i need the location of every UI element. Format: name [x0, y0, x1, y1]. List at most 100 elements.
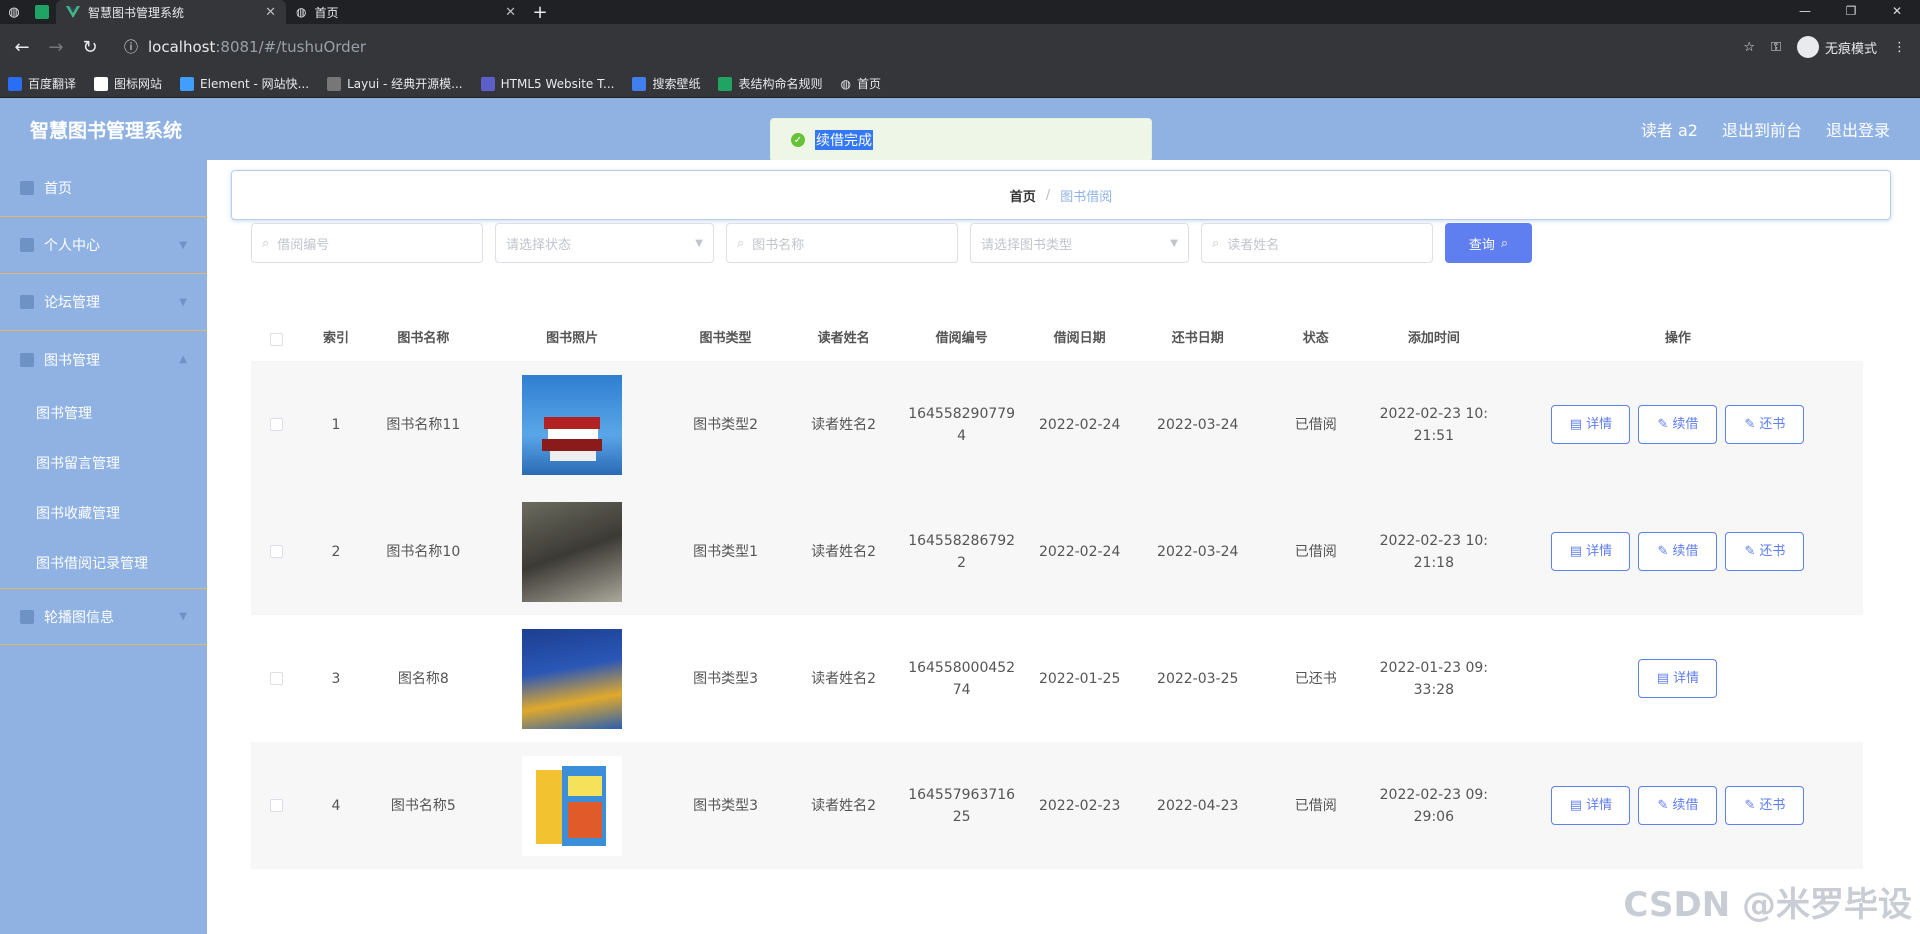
sidebar: 首页 个人中心 ▼ 论坛管理 ▼ 图书管理 ▲ 图书管理 图书留言管理 图书收藏管理 … — [0, 160, 207, 934]
globe-icon[interactable]: ◍ — [0, 0, 28, 24]
vue-icon — [66, 6, 80, 18]
renew-button[interactable]: ✎ 续借 — [1638, 405, 1718, 444]
row-borrow-date: 2022-02-23 — [1038, 797, 1121, 814]
renew-button[interactable]: ✎ 续借 — [1638, 532, 1718, 571]
sidebar-sub-borrow-record[interactable]: 图书借阅记录管理 — [0, 538, 207, 588]
new-tab-icon[interactable]: + — [526, 0, 554, 24]
row-index: 1 — [331, 416, 341, 433]
bookmark-item[interactable]: 搜索壁纸 — [632, 75, 700, 92]
reader-name-input[interactable]: ⌕ 读者姓名 — [1201, 223, 1433, 263]
col-reader: 读者姓名 — [817, 331, 870, 346]
book-cover-image[interactable] — [522, 501, 623, 602]
app-favicon-icon[interactable] — [28, 0, 56, 24]
bookmark-item[interactable]: Element - 网站快... — [180, 75, 309, 92]
forum-icon — [20, 295, 34, 309]
borrow-no-input[interactable]: ⌕ 借阅编号 — [251, 223, 483, 263]
row-checkbox[interactable] — [270, 672, 284, 685]
bookmark-item[interactable]: 百度翻译 — [8, 75, 76, 92]
sheet-icon — [718, 76, 733, 91]
window-controls: — ❐ ✕ — [1782, 0, 1920, 24]
row-book-type: 图书类型1 — [693, 543, 758, 560]
chevron-up-icon: ▲ — [179, 354, 187, 365]
close-icon[interactable]: ✕ — [265, 5, 276, 20]
bookmark-item[interactable]: Layui - 经典开源模... — [327, 75, 463, 92]
detail-button[interactable]: ▤ 详情 — [1638, 659, 1718, 698]
sidebar-item-home[interactable]: 首页 — [0, 160, 207, 217]
row-book-type: 图书类型2 — [693, 416, 758, 433]
url-path: :8081/#/tushuOrder — [215, 38, 367, 56]
restore-icon[interactable]: ❐ — [1828, 0, 1874, 24]
tab-app[interactable]: 智慧图书管理系统 ✕ — [56, 0, 286, 24]
row-checkbox[interactable] — [270, 545, 284, 558]
key-icon[interactable]: ⚿ — [1771, 40, 1781, 55]
return-button[interactable]: ✎ 还书 — [1725, 405, 1805, 444]
book-cover-image[interactable] — [522, 755, 623, 856]
books-stack-icon — [542, 416, 603, 461]
bookmark-item[interactable]: 图标网站 — [94, 75, 162, 92]
sidebar-sub-book-message[interactable]: 图书留言管理 — [0, 438, 207, 488]
detail-button[interactable]: ▤ 详情 — [1551, 532, 1631, 571]
search-button[interactable]: 查询 ⌕ — [1445, 223, 1532, 263]
book-type-select[interactable]: 请选择图书类型 ▼ — [970, 223, 1189, 263]
row-checkbox[interactable] — [270, 799, 284, 812]
tab-home[interactable]: ◍ 首页 ✕ — [286, 0, 526, 24]
table-row: 4 图书名称5 图书类型3 读者姓名2 164557963716 25 2022-… — [251, 742, 1863, 869]
user-name[interactable]: 读者 a2 — [1641, 117, 1698, 141]
bookmark-item[interactable]: HTML5 Website T... — [480, 76, 614, 91]
book-name-input[interactable]: ⌕ 图书名称 — [726, 223, 958, 263]
status-select[interactable]: 请选择状态 ▼ — [495, 223, 714, 263]
row-checkbox[interactable] — [270, 418, 284, 431]
sidebar-item-forum[interactable]: 论坛管理 ▼ — [0, 274, 207, 331]
logout-link[interactable]: 退出登录 — [1826, 117, 1890, 141]
bookmark-item[interactable]: ◍ 首页 — [840, 75, 881, 92]
edit-icon: ✎ — [1657, 543, 1669, 559]
minimize-icon[interactable]: — — [1782, 0, 1828, 24]
sidebar-sub-book-manage[interactable]: 图书管理 — [0, 388, 207, 438]
star-icon[interactable]: ☆ — [1743, 40, 1755, 55]
close-icon[interactable]: ✕ — [505, 5, 516, 20]
chevron-down-icon: ▼ — [179, 239, 187, 251]
breadcrumb: 首页 / 图书借阅 — [231, 170, 1891, 220]
sidebar-sub-book-favorite[interactable]: 图书收藏管理 — [0, 488, 207, 538]
edit-icon: ✎ — [1744, 543, 1756, 559]
url-field[interactable]: ⓘ localhost:8081/#/tushuOrder — [110, 32, 1737, 62]
breadcrumb-current: 图书借阅 — [1060, 189, 1113, 205]
watermark: CSDN @米罗毕设 — [1623, 885, 1912, 925]
book-cover-image[interactable] — [522, 628, 623, 729]
app-root: 智慧图书管理系统 读者 a2 退出到前台 退出登录 ✓ 续借完成 首页 个人中心… — [0, 98, 1920, 934]
return-button[interactable]: ✎ 还书 — [1725, 532, 1805, 571]
layui-icon — [327, 76, 342, 91]
back-to-front-link[interactable]: 退出到前台 — [1722, 117, 1802, 141]
detail-button[interactable]: ▤ 详情 — [1551, 405, 1631, 444]
select-all-checkbox[interactable] — [270, 332, 284, 346]
info-icon[interactable]: ⓘ — [124, 37, 138, 57]
forward-icon[interactable]: → — [42, 33, 70, 61]
menu-icon[interactable]: ⋮ — [1893, 40, 1906, 55]
row-added-time: 2022-01-23 09: 33:28 — [1379, 659, 1488, 698]
sidebar-item-books[interactable]: 图书管理 ▲ — [0, 331, 207, 388]
home-icon — [20, 181, 34, 195]
detail-button[interactable]: ▤ 详情 — [1551, 786, 1631, 825]
renew-button[interactable]: ✎ 续借 — [1638, 786, 1718, 825]
globe-icon: ◍ — [840, 76, 851, 91]
incognito-indicator[interactable]: 无痕模式 — [1796, 36, 1877, 58]
bookmark-item[interactable]: 表结构命名规则 — [718, 75, 822, 92]
book-cover-image[interactable] — [522, 374, 623, 475]
return-button[interactable]: ✎ 还书 — [1725, 786, 1805, 825]
row-return-date: 2022-04-23 — [1157, 797, 1239, 814]
row-return-date: 2022-03-24 — [1157, 543, 1239, 560]
row-borrow-no: 164557963716 25 — [908, 786, 1016, 825]
close-window-icon[interactable]: ✕ — [1874, 0, 1920, 24]
reload-icon[interactable]: ↻ — [76, 33, 104, 61]
row-book-name: 图书名称5 — [390, 797, 456, 814]
row-status: 已借阅 — [1294, 797, 1337, 814]
browser-tabbar: ◍ 智慧图书管理系统 ✕ ◍ 首页 ✕ + — ❐ ✕ — [0, 0, 1920, 24]
col-return-date: 还书日期 — [1171, 331, 1224, 346]
row-reader: 读者姓名2 — [811, 797, 877, 814]
incognito-label: 无痕模式 — [1824, 41, 1877, 57]
breadcrumb-home[interactable]: 首页 — [1010, 186, 1036, 205]
back-icon[interactable]: ← — [8, 33, 36, 61]
sidebar-item-profile[interactable]: 个人中心 ▼ — [0, 217, 207, 274]
sidebar-item-carousel[interactable]: 轮播图信息 ▼ — [0, 588, 207, 645]
image-icon — [20, 609, 34, 624]
